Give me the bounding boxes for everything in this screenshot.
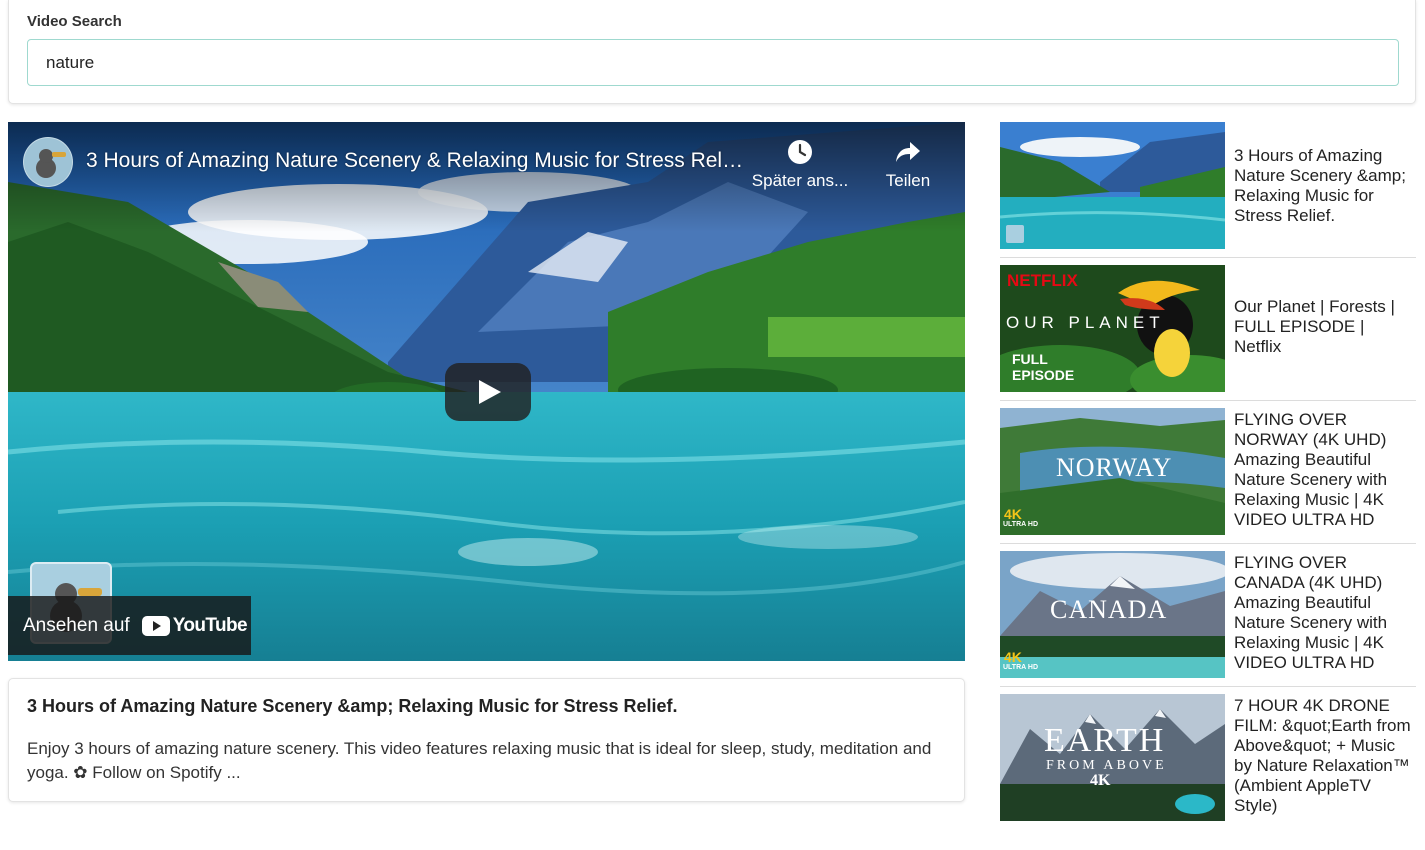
video-list-item[interactable]: NORWAY 4K ULTRA HD FLYING OVER NORWAY (4…	[1000, 408, 1416, 544]
thumb-4k-text: 4K	[1090, 772, 1111, 789]
thumb-canada-text: CANADA	[1050, 595, 1168, 624]
thumb-ultrahd-text: ULTRA HD	[1003, 521, 1038, 528]
share-button[interactable]: Teilen	[878, 139, 938, 191]
play-button[interactable]	[445, 363, 531, 421]
video-list-title[interactable]: 3 Hours of Amazing Nature Scenery &amp; …	[1234, 146, 1416, 226]
video-title[interactable]: 3 Hours of Amazing Nature Scenery & Rela…	[86, 149, 746, 173]
video-description-card: 3 Hours of Amazing Nature Scenery &amp; …	[8, 678, 965, 802]
search-label: Video Search	[27, 13, 122, 30]
youtube-label: YouTube	[172, 614, 248, 636]
video-list-item[interactable]: 3 Hours of Amazing Nature Scenery &amp; …	[1000, 122, 1416, 258]
video-thumbnail[interactable]: NETFLIX OUR PLANET FULL EPISODE	[1000, 265, 1225, 392]
watch-on-youtube-button[interactable]: Ansehen auf YouTube	[8, 596, 251, 655]
thumb-4k-text: 4K	[1004, 649, 1022, 665]
video-list-item[interactable]: NETFLIX OUR PLANET FULL EPISODE Our Plan…	[1000, 265, 1416, 401]
description-title: 3 Hours of Amazing Nature Scenery &amp; …	[27, 696, 678, 716]
video-thumbnail[interactable]: CANADA 4K ULTRA HD	[1000, 551, 1225, 678]
thumb-4k-text: 4K	[1004, 506, 1022, 522]
video-list-title[interactable]: 7 HOUR 4K DRONE FILM: &quot;Earth from A…	[1234, 696, 1416, 816]
thumb-episode-text: EPISODE	[1012, 367, 1075, 383]
watch-later-label: Später ans...	[751, 171, 849, 190]
youtube-logo-icon	[141, 615, 170, 636]
watch-later-button[interactable]: Später ans...	[750, 139, 850, 191]
share-label: Teilen	[885, 171, 931, 190]
thumb-full-text: FULL	[1012, 351, 1048, 367]
thumb-earth-text: EARTH	[1044, 722, 1166, 759]
thumb-norway-text: NORWAY	[1056, 453, 1173, 482]
channel-avatar[interactable]	[23, 137, 73, 187]
video-list-item[interactable]: EARTH FROM ABOVE 4K 7 HOUR 4K DRONE FILM…	[1000, 694, 1416, 830]
video-thumbnail[interactable]	[1000, 122, 1225, 249]
search-panel: Video Search	[8, 0, 1416, 104]
thumb-title-text: OUR PLANET	[1006, 313, 1165, 332]
thumb-netflix-text: NETFLIX	[1007, 271, 1078, 290]
video-list-title[interactable]: FLYING OVER CANADA (4K UHD) Amazing Beau…	[1234, 553, 1416, 673]
youtube-logo: YouTube	[141, 614, 248, 637]
video-list-title[interactable]: Our Planet | Forests | FULL EPISODE | Ne…	[1234, 297, 1416, 357]
clock-icon	[788, 140, 812, 164]
video-thumbnail[interactable]: NORWAY 4K ULTRA HD	[1000, 408, 1225, 535]
share-arrow-icon	[896, 142, 920, 162]
video-list-item[interactable]: CANADA 4K ULTRA HD FLYING OVER CANADA (4…	[1000, 551, 1416, 687]
video-thumbnail[interactable]: EARTH FROM ABOVE 4K	[1000, 694, 1225, 821]
search-input[interactable]	[27, 39, 1399, 86]
video-player[interactable]: 3 Hours of Amazing Nature Scenery & Rela…	[8, 122, 965, 661]
video-list-title[interactable]: FLYING OVER NORWAY (4K UHD) Amazing Beau…	[1234, 410, 1416, 530]
thumb-ultrahd-text: ULTRA HD	[1003, 664, 1038, 671]
description-body: Enjoy 3 hours of amazing nature scenery.…	[27, 739, 932, 782]
play-icon	[479, 380, 501, 404]
watch-on-label: Ansehen auf	[23, 614, 130, 636]
